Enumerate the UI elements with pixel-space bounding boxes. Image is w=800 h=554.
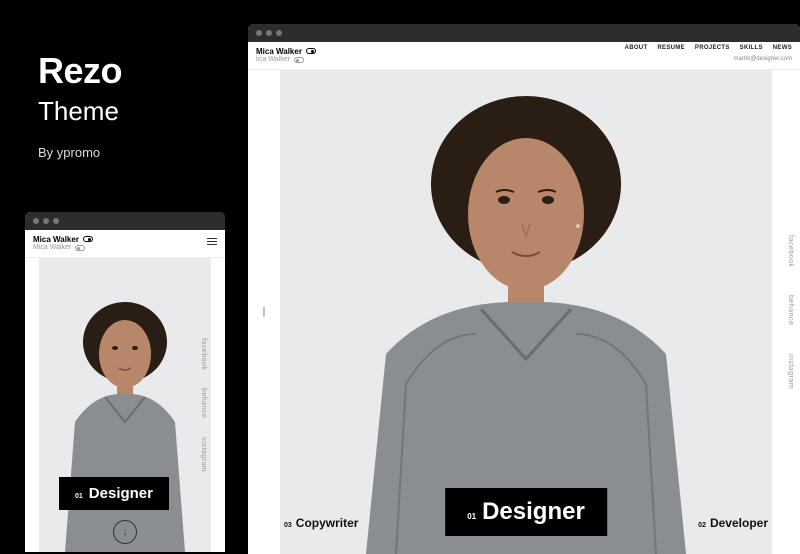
nav-links: ABOUT RESUME PROJECTS SKILLS NEWS [625,45,792,51]
theme-toggle-icon [294,57,304,63]
hamburger-menu-icon[interactable] [207,238,217,245]
person-portrait [336,74,716,554]
theme-author: By ypromo [38,145,122,160]
desktop-preview-window: Mica Walker lica Walker ABOUT RESUME PRO… [248,24,800,554]
social-link-instagram[interactable]: instagram [787,354,794,389]
logo-secondary-row: Mica Walker [33,244,93,252]
site-header: Mica Walker lica Walker ABOUT RESUME PRO… [248,42,800,70]
role-number: 02 [698,522,706,529]
role-number: 03 [284,522,292,529]
site-header: Mica Walker Mica Walker [25,230,225,258]
window-dot [53,218,59,224]
theme-toggle-icon [75,245,85,251]
social-link-behance[interactable]: behance [200,388,207,418]
nav-skills[interactable]: SKILLS [740,45,763,51]
role-right[interactable]: 02 Developer [698,516,768,530]
browser-chrome-bar [25,212,225,230]
hero-section: 03 Copywriter 01 Designer 02 Developer [280,70,772,554]
logo-text-secondary: lica Walker [256,56,290,64]
mobile-preview-window: Mica Walker Mica Walker 01 Designer [25,212,225,552]
role-label: Copywriter [296,516,359,530]
scroll-down-button[interactable]: ↓ [113,520,137,544]
window-dot [276,30,282,36]
role-badge-main[interactable]: 01 Designer [445,488,607,536]
hero-section: 01 Designer ↓ facebook behance instagram [39,258,211,552]
logo-stack: Mica Walker lica Walker [256,47,316,65]
logo-stack: Mica Walker Mica Walker [33,235,93,253]
window-dot [43,218,49,224]
arrow-down-icon: ↓ [123,527,128,538]
nav-resume[interactable]: RESUME [657,45,684,51]
person-portrait [45,282,205,552]
theme-name: Rezo [38,50,122,92]
social-link-behance[interactable]: behance [787,295,794,325]
nav-about[interactable]: ABOUT [625,45,648,51]
window-dot [266,30,272,36]
logo-primary-row[interactable]: Mica Walker [256,47,316,57]
role-label: Developer [710,516,768,530]
browser-chrome-bar [248,24,800,42]
logo-secondary-row: lica Walker [256,56,316,64]
social-rail: facebook behance instagram [200,338,207,472]
nav-projects[interactable]: PROJECTS [695,45,730,51]
role-number: 01 [467,512,476,521]
role-left[interactable]: 03 Copywriter [284,516,358,530]
logo-text: Mica Walker [33,235,79,245]
logo-text: Mica Walker [256,47,302,57]
role-badge-main[interactable]: 01 Designer [59,477,169,510]
logo-text-secondary: Mica Walker [33,244,71,252]
theme-toggle-icon[interactable] [306,48,316,54]
role-number: 01 [75,493,83,500]
role-label: Designer [89,485,153,502]
theme-title-block: Rezo Theme By ypromo [38,50,122,160]
social-link-facebook[interactable]: facebook [787,235,794,267]
social-link-instagram[interactable]: instagram [200,437,207,472]
nav-news[interactable]: NEWS [773,45,792,51]
drag-handle-icon[interactable]: ||| [262,307,264,318]
window-dot [256,30,262,36]
window-dot [33,218,39,224]
social-link-facebook[interactable]: facebook [200,338,207,370]
logo-primary-row[interactable]: Mica Walker [33,235,93,245]
contact-email[interactable]: martin@designer.com [734,56,792,62]
theme-toggle-icon[interactable] [83,236,93,242]
social-rail: facebook behance instagram [787,235,794,389]
role-label: Designer [482,498,585,526]
theme-subtitle: Theme [38,96,122,127]
